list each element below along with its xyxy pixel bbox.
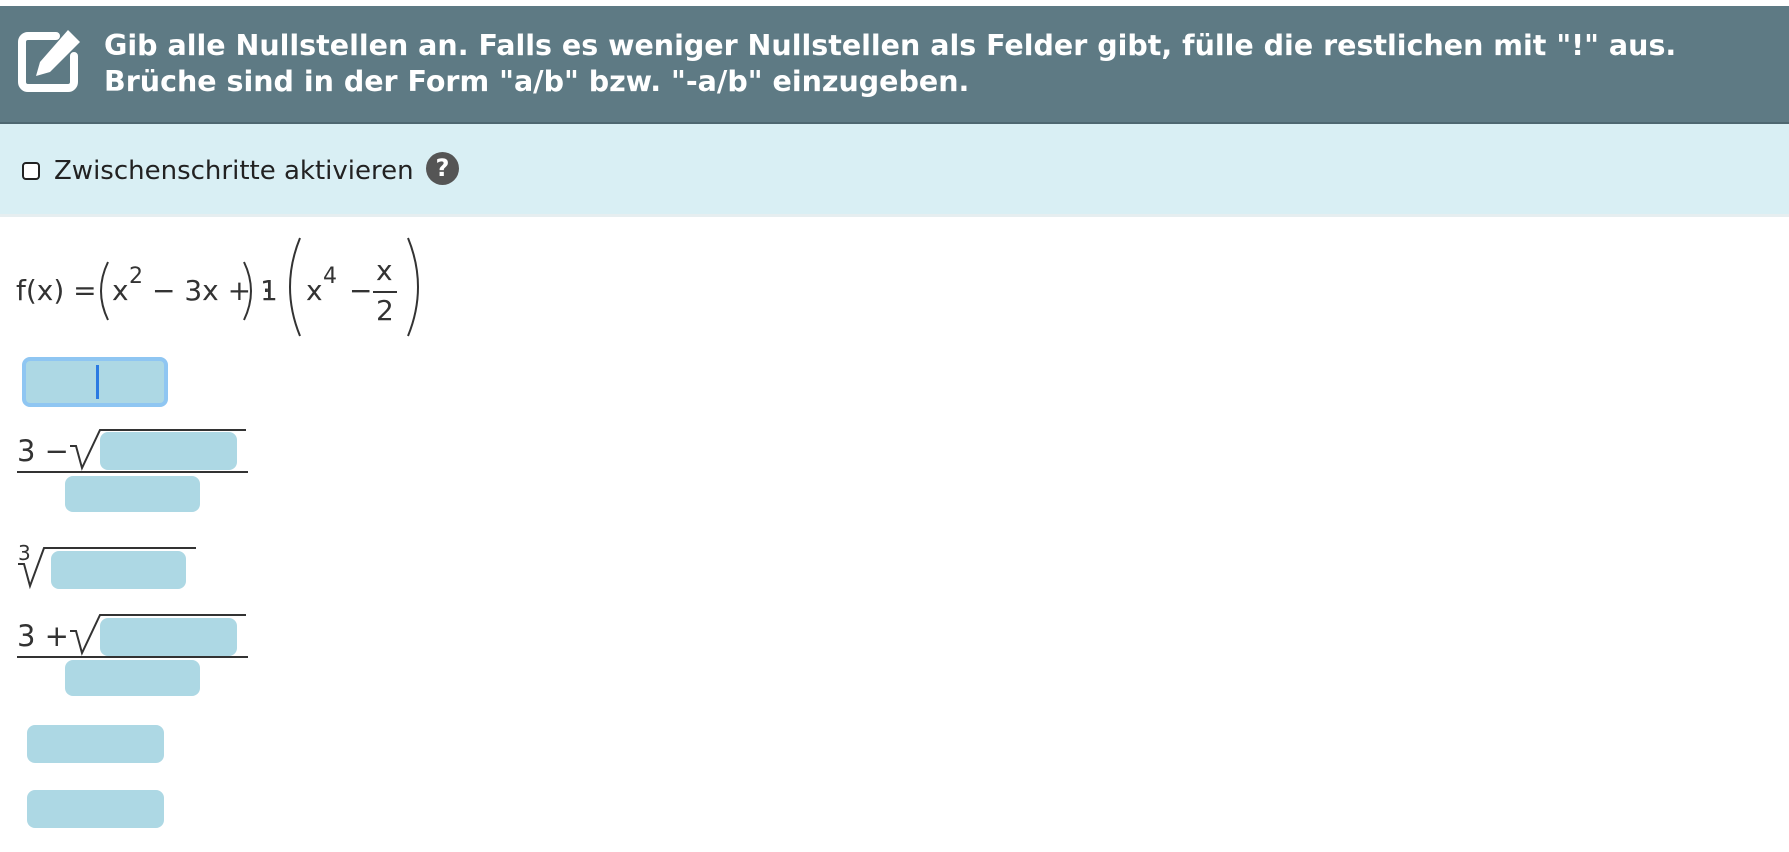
steps-checkbox[interactable]: [22, 162, 40, 180]
answer-field-5[interactable]: [27, 725, 164, 763]
exponent-2: 2: [129, 264, 143, 289]
left-paren-1: [100, 261, 109, 321]
answer-field-3-root[interactable]: [51, 551, 186, 589]
edit-icon: [18, 30, 80, 92]
answer-4-prefix: 3 +: [17, 619, 69, 653]
x-term-1: x: [112, 274, 129, 307]
instruction-text: Gib alle Nullstellen an. Falls es wenige…: [104, 29, 1677, 98]
help-icon[interactable]: ?: [426, 152, 459, 185]
answer-field-2-root[interactable]: [100, 432, 237, 470]
fraction-bar-2: [17, 471, 248, 473]
minus-sign: −: [349, 274, 373, 307]
options-bar: Zwischenschritte aktivieren ?: [0, 124, 1789, 217]
exponent-4: 4: [323, 264, 337, 289]
answer-field-6[interactable]: [27, 790, 164, 828]
instruction-header: Gib alle Nullstellen an. Falls es wenige…: [0, 6, 1789, 124]
fraction-numerator: x: [376, 254, 393, 287]
x-term-2: x: [306, 274, 323, 307]
steps-toggle[interactable]: Zwischenschritte aktivieren: [22, 155, 414, 187]
answer-field-4-root[interactable]: [100, 618, 237, 656]
text-caret: [96, 365, 99, 399]
function-lhs: f(x) =: [16, 274, 97, 307]
fraction-denominator: 2: [376, 294, 394, 327]
fraction-bar: [373, 291, 397, 293]
answer-field-1[interactable]: [22, 357, 168, 407]
left-paren-2: [289, 237, 301, 337]
right-paren-1: [243, 261, 252, 321]
answer-2-prefix: 3 −: [17, 434, 69, 468]
function-expression: f(x) = x 2 − 3x + 1 · x 4 − x 2: [16, 236, 476, 346]
answer-field-4-denominator[interactable]: [65, 660, 200, 696]
right-paren-2: [407, 237, 419, 337]
steps-label: Zwischenschritte aktivieren: [54, 156, 414, 186]
fraction-bar-4: [17, 656, 248, 658]
answer-field-2-denominator[interactable]: [65, 476, 200, 512]
multiply-dot: ·: [262, 274, 271, 307]
